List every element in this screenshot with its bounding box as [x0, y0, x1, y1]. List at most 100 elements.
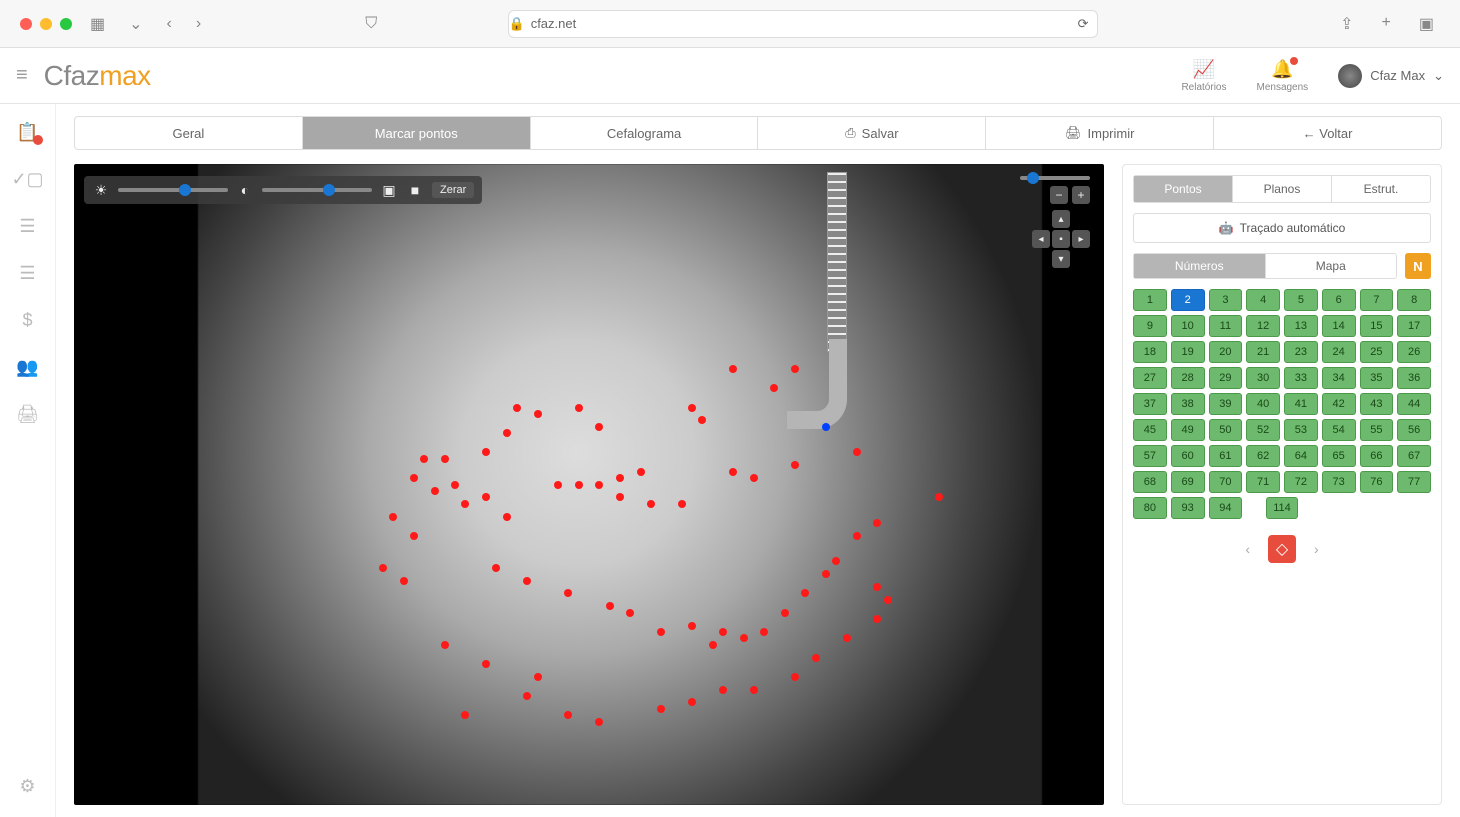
landmark-point[interactable]: [379, 564, 387, 572]
landmark-point[interactable]: [832, 557, 840, 565]
landmark-point[interactable]: [420, 455, 428, 463]
back-icon[interactable]: ‹: [161, 13, 178, 35]
point-number-11[interactable]: 11: [1209, 315, 1243, 337]
point-number-26[interactable]: 26: [1397, 341, 1431, 363]
landmark-point[interactable]: [822, 423, 830, 431]
n-button[interactable]: N: [1405, 253, 1431, 279]
next-point[interactable]: ›: [1308, 537, 1325, 561]
menu-icon[interactable]: ≡: [16, 64, 28, 87]
tab-back[interactable]: ← Voltar: [1214, 117, 1441, 149]
list-icon-2[interactable]: ☰: [19, 263, 35, 284]
landmark-point[interactable]: [853, 448, 861, 456]
point-number-23[interactable]: 23: [1284, 341, 1318, 363]
landmark-point[interactable]: [503, 429, 511, 437]
prev-point[interactable]: ‹: [1239, 537, 1256, 561]
landmark-point[interactable]: [534, 673, 542, 681]
landmark-point[interactable]: [523, 577, 531, 585]
landmark-point[interactable]: [935, 493, 943, 501]
ptab-points[interactable]: Pontos: [1134, 176, 1233, 202]
point-number-33[interactable]: 33: [1284, 367, 1318, 389]
landmark-point[interactable]: [884, 596, 892, 604]
point-number-60[interactable]: 60: [1171, 445, 1205, 467]
refresh-icon[interactable]: ⟳: [1078, 16, 1089, 32]
pan-down[interactable]: ▾: [1052, 250, 1070, 268]
point-number-55[interactable]: 55: [1360, 419, 1394, 441]
landmark-point[interactable]: [441, 641, 449, 649]
landmark-point[interactable]: [853, 532, 861, 540]
point-number-34[interactable]: 34: [1322, 367, 1356, 389]
point-number-15[interactable]: 15: [1360, 315, 1394, 337]
landmark-point[interactable]: [709, 641, 717, 649]
landmark-point[interactable]: [564, 711, 572, 719]
point-number-52[interactable]: 52: [1246, 419, 1280, 441]
point-number-18[interactable]: 18: [1133, 341, 1167, 363]
landmark-point[interactable]: [595, 423, 603, 431]
image-viewer[interactable]: ☀ ◐ ▣ ■ Zerar − + ▴ ◂▪▸: [74, 164, 1104, 805]
point-number-50[interactable]: 50: [1209, 419, 1243, 441]
landmark-point[interactable]: [688, 404, 696, 412]
zoom-slider[interactable]: [1020, 176, 1090, 180]
messages-link[interactable]: 🔔 Mensagens: [1256, 59, 1308, 93]
point-number-41[interactable]: 41: [1284, 393, 1318, 415]
landmark-point[interactable]: [812, 654, 820, 662]
reports-link[interactable]: 📈 Relatórios: [1181, 59, 1226, 93]
landmark-point[interactable]: [647, 500, 655, 508]
point-number-73[interactable]: 73: [1322, 471, 1356, 493]
point-number-19[interactable]: 19: [1171, 341, 1205, 363]
point-number-25[interactable]: 25: [1360, 341, 1394, 363]
landmark-point[interactable]: [616, 493, 624, 501]
landmark-point[interactable]: [843, 634, 851, 642]
point-number-36[interactable]: 36: [1397, 367, 1431, 389]
landmark-point[interactable]: [791, 461, 799, 469]
point-number-42[interactable]: 42: [1322, 393, 1356, 415]
point-number-10[interactable]: 10: [1171, 315, 1205, 337]
landmark-point[interactable]: [554, 481, 562, 489]
point-number-5[interactable]: 5: [1284, 289, 1318, 311]
landmark-point[interactable]: [482, 448, 490, 456]
point-number-56[interactable]: 56: [1397, 419, 1431, 441]
erase-button[interactable]: ◇: [1268, 535, 1296, 563]
url-bar[interactable]: 🔒 cfaz.net ⟳: [508, 10, 1098, 38]
point-number-8[interactable]: 8: [1397, 289, 1431, 311]
landmark-point[interactable]: [626, 609, 634, 617]
point-number-39[interactable]: 39: [1209, 393, 1243, 415]
landmark-point[interactable]: [482, 660, 490, 668]
point-number-94[interactable]: 94: [1209, 497, 1243, 519]
landmark-point[interactable]: [873, 615, 881, 623]
point-number-17[interactable]: 17: [1397, 315, 1431, 337]
landmark-point[interactable]: [657, 705, 665, 713]
point-number-93[interactable]: 93: [1171, 497, 1205, 519]
landmark-point[interactable]: [575, 404, 583, 412]
point-number-65[interactable]: 65: [1322, 445, 1356, 467]
point-number-20[interactable]: 20: [1209, 341, 1243, 363]
close-window[interactable]: [20, 18, 32, 30]
forward-icon[interactable]: ›: [190, 13, 207, 35]
zoom-out-button[interactable]: −: [1050, 186, 1068, 204]
point-number-77[interactable]: 77: [1397, 471, 1431, 493]
point-number-2[interactable]: 2: [1171, 289, 1205, 311]
gear-icon[interactable]: ⚙: [19, 776, 35, 797]
point-number-45[interactable]: 45: [1133, 419, 1167, 441]
point-number-70[interactable]: 70: [1209, 471, 1243, 493]
subtab-numbers[interactable]: Números: [1134, 254, 1266, 278]
landmark-point[interactable]: [781, 609, 789, 617]
landmark-point[interactable]: [678, 500, 686, 508]
point-number-80[interactable]: 80: [1133, 497, 1167, 519]
landmark-point[interactable]: [616, 474, 624, 482]
landmark-point[interactable]: [575, 481, 583, 489]
landmark-point[interactable]: [770, 384, 778, 392]
user-menu[interactable]: Cfaz Max ⌄: [1338, 64, 1444, 88]
point-number-30[interactable]: 30: [1246, 367, 1280, 389]
point-number-37[interactable]: 37: [1133, 393, 1167, 415]
landmark-point[interactable]: [482, 493, 490, 501]
point-number-35[interactable]: 35: [1360, 367, 1394, 389]
pan-left[interactable]: ◂: [1032, 230, 1050, 248]
point-number-27[interactable]: 27: [1133, 367, 1167, 389]
point-number-28[interactable]: 28: [1171, 367, 1205, 389]
point-number-7[interactable]: 7: [1360, 289, 1394, 311]
point-number-29[interactable]: 29: [1209, 367, 1243, 389]
new-tab-icon[interactable]: +: [1376, 12, 1397, 36]
auto-trace-button[interactable]: 🤖 Traçado automático: [1133, 213, 1431, 243]
contrast-icon[interactable]: ◐: [236, 182, 254, 198]
point-number-43[interactable]: 43: [1360, 393, 1394, 415]
